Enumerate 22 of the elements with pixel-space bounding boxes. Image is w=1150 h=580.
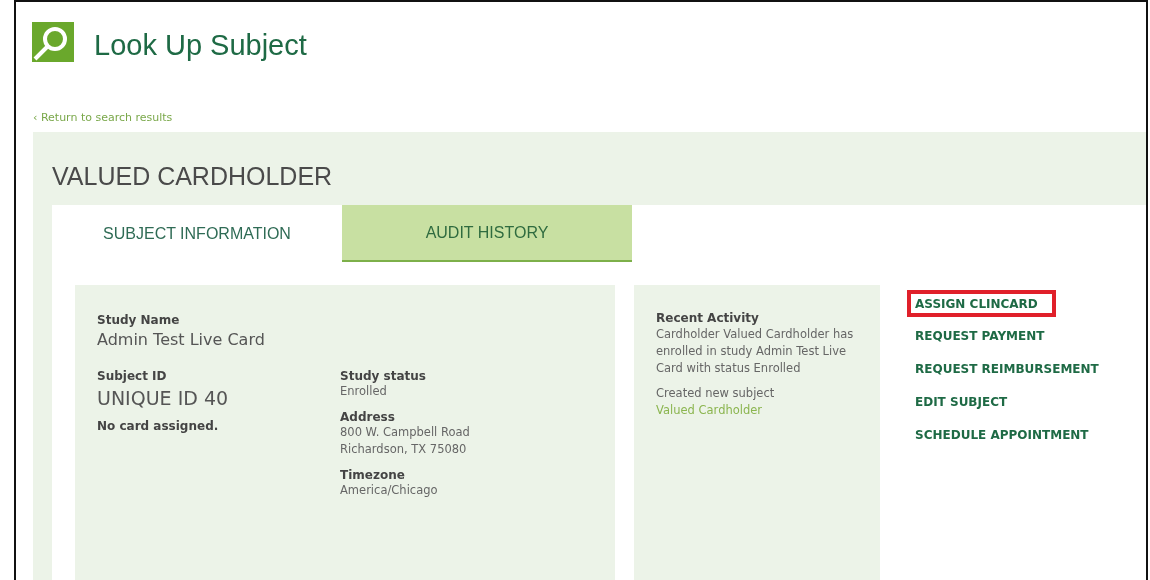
tab[interactable]: AUDIT HISTORY bbox=[342, 205, 632, 262]
field-label: Subject ID bbox=[97, 369, 167, 383]
page-title: Look Up Subject bbox=[94, 28, 307, 62]
activity-title: Recent Activity bbox=[656, 311, 760, 325]
field-value: 800 W. Campbell Road Richardson, TX 75080 bbox=[340, 424, 470, 458]
field-label: Study status bbox=[340, 369, 426, 383]
activity-entry: Cardholder Valued Cardholder has enrolled in study Admin Test Live Card with status Enrolled bbox=[656, 326, 855, 377]
field-value: Enrolled bbox=[340, 383, 387, 400]
activity-entry: Created new subject Valued Cardholder bbox=[656, 385, 776, 419]
field-value: America/Chicago bbox=[340, 482, 438, 499]
search-icon bbox=[32, 22, 74, 62]
action-link[interactable]: SCHEDULE APPOINTMENT bbox=[911, 425, 1101, 445]
subject-name: VALUED CARDHOLDER bbox=[52, 162, 333, 191]
field-label: Timezone bbox=[340, 468, 405, 482]
action-link[interactable]: EDIT SUBJECT bbox=[911, 392, 1020, 412]
action-link[interactable]: REQUEST REIMBURSEMENT bbox=[911, 359, 1111, 379]
card-status-text: No card assigned. bbox=[97, 419, 219, 433]
field-label: Study Name bbox=[97, 313, 180, 327]
field-value: Admin Test Live Card bbox=[97, 330, 265, 349]
field-label: Address bbox=[340, 410, 395, 424]
action-link[interactable]: REQUEST PAYMENT bbox=[911, 326, 1057, 346]
field-value: UNIQUE ID 40 bbox=[97, 387, 229, 409]
